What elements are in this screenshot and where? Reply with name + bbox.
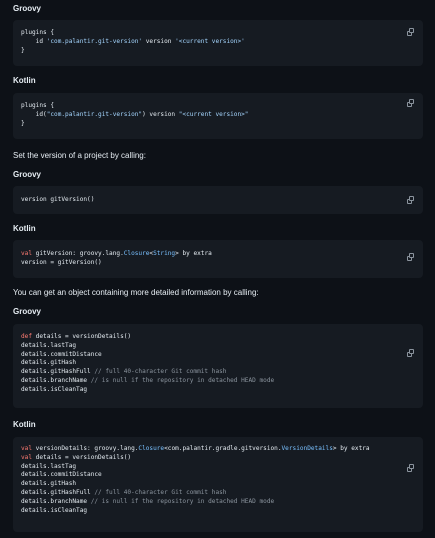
code-line: details.lastTag <box>21 342 274 351</box>
code-line: details.isCleanTag <box>21 507 370 516</box>
code-token: id( <box>21 110 47 118</box>
heading-groovy: Groovy <box>13 4 42 13</box>
code-token: // full 40-character Git commit hash <box>94 368 227 376</box>
code-token: > by extra <box>175 250 212 257</box>
code-token: details.branchName <box>21 376 91 384</box>
code-block: version gitVersion() <box>13 186 423 214</box>
code-token: } <box>21 119 25 127</box>
code-token: details = versionDetails() <box>32 333 132 340</box>
code-line: details.commitDistance <box>21 351 274 360</box>
heading-kotlin: Kotlin <box>13 420 36 429</box>
code-token: versionDetails: groovy.lang. <box>32 445 139 452</box>
code-token: Closure <box>123 250 150 257</box>
code-token: version = gitVersion() <box>21 258 102 266</box>
code-line: val gitVersion: groovy.lang.Closure<Stri… <box>21 250 212 259</box>
code-block: plugins { id("com.palantir.git-version")… <box>13 93 423 139</box>
code-token: details.lastTag <box>21 462 77 470</box>
heading-groovy: Groovy <box>13 307 42 316</box>
code-token: plugins { <box>21 29 55 36</box>
code-token: details.isCleanTag <box>21 506 88 514</box>
code-line: details.branchName // is null if the rep… <box>21 498 370 507</box>
code-token: details.isCleanTag <box>21 385 88 393</box>
code-line: id 'com.palantir.git-version' version '<… <box>21 38 245 47</box>
code-token: details = versionDetails() <box>32 453 132 461</box>
code-token: val <box>21 445 33 452</box>
code-token: // full 40-character Git commit hash <box>94 488 227 496</box>
code-token: gitVersion: groovy.lang. <box>32 250 124 257</box>
code-token: "<current version>" <box>178 110 249 118</box>
code-line: } <box>21 120 248 129</box>
code-block: def details = versionDetails() details.la… <box>13 324 423 408</box>
code-line: details.gitHashFull // full 40-character… <box>21 489 370 498</box>
code-line: details.gitHashFull // full 40-character… <box>21 368 274 377</box>
code-token: String <box>153 250 176 257</box>
code-line: details.gitHash <box>21 359 274 368</box>
code-token: plugins { <box>21 102 55 109</box>
code-token: ) version <box>142 110 179 118</box>
code-token: 'com.palantir.git-version' <box>46 37 143 45</box>
code-token: details.gitHash <box>21 480 77 488</box>
code-token: VersionDetails <box>281 445 333 452</box>
code-block: val gitVersion: groovy.lang.Closure<Stri… <box>13 240 423 278</box>
copy-icon[interactable] <box>407 464 414 472</box>
heading-groovy: Groovy <box>13 170 42 179</box>
copy-icon[interactable] <box>407 99 414 107</box>
code-token: version gitVersion() <box>21 196 95 203</box>
code-token: details.lastTag <box>21 341 77 349</box>
code-line: details.gitHash <box>21 480 370 489</box>
code-line: val versionDetails: groovy.lang.Closure<… <box>21 445 370 454</box>
code-line: } <box>21 47 245 56</box>
code-token: def <box>21 333 33 340</box>
paragraph: You can get an object containing more de… <box>13 288 259 297</box>
code-line: details.isCleanTag <box>21 386 274 395</box>
code-token: val <box>21 250 33 257</box>
code-token: id <box>21 37 47 45</box>
code-line: def details = versionDetails() <box>21 333 274 342</box>
heading-kotlin: Kotlin <box>13 224 36 233</box>
code-token: details.gitHashFull <box>21 368 95 376</box>
code-line: version = gitVersion() <box>21 259 212 268</box>
copy-icon[interactable] <box>407 196 414 204</box>
code-token: // is null if the repository in detached… <box>90 376 275 384</box>
code-line: details.commitDistance <box>21 471 370 480</box>
code-token: details.branchName <box>21 497 91 505</box>
paragraph: Set the version of a project by calling: <box>13 151 146 160</box>
code-token: // is null if the repository in detached… <box>90 497 275 505</box>
copy-icon[interactable] <box>407 253 414 261</box>
copy-icon[interactable] <box>407 349 414 357</box>
code-line: details.branchName // is null if the rep… <box>21 377 274 386</box>
code-token: details.gitHash <box>21 359 77 367</box>
code-token: "com.palantir.git-version" <box>46 110 143 118</box>
code-token: details.commitDistance <box>21 350 102 358</box>
code-token: val <box>21 453 33 461</box>
code-token: details.commitDistance <box>21 471 102 479</box>
code-token: details.gitHashFull <box>21 488 95 496</box>
code-line: plugins { <box>21 102 248 111</box>
code-line: version gitVersion() <box>21 196 94 205</box>
code-line: id("com.palantir.git-version") version "… <box>21 110 249 120</box>
code-token: '<current version>' <box>175 37 245 45</box>
code-line: details.lastTag <box>21 463 370 472</box>
code-token: } <box>21 46 25 54</box>
code-block: val versionDetails: groovy.lang.Closure<… <box>13 437 423 532</box>
code-token: version <box>142 37 176 45</box>
heading-kotlin: Kotlin <box>13 76 36 85</box>
code-block: plugins { id 'com.palantir.git-version' … <box>13 20 423 66</box>
code-line: plugins { <box>21 29 245 38</box>
code-token: Closure <box>138 445 165 452</box>
code-token: <com.palantir.gradle.gitversion. <box>164 445 282 452</box>
code-token: > by extra <box>332 445 370 452</box>
code-line: val details = versionDetails() <box>21 454 370 463</box>
copy-icon[interactable] <box>407 28 414 36</box>
